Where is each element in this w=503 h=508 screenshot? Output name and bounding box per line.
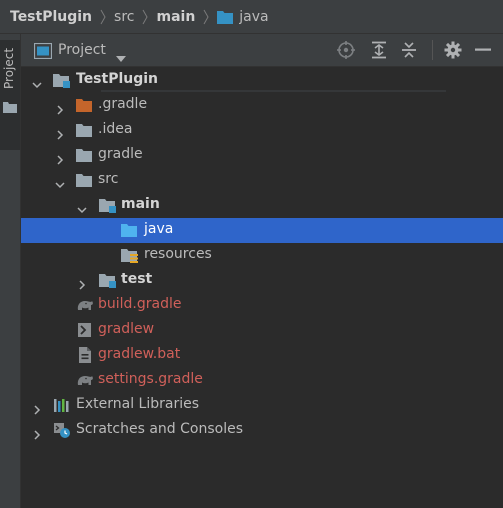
folder-icon: [76, 122, 94, 138]
chevron-down-icon[interactable]: [32, 75, 42, 89]
tree-label: resources: [144, 246, 212, 262]
settings-button[interactable]: [443, 40, 463, 60]
project-side-tab[interactable]: Project: [0, 40, 20, 150]
tree-row-gradlew-bat[interactable]: gradlew.bat: [21, 343, 503, 368]
gradle-elephant-icon: [76, 297, 94, 313]
project-view-icon: [33, 42, 53, 63]
bat-file-icon: [76, 347, 94, 363]
tree-row-gradlew[interactable]: gradlew: [21, 318, 503, 343]
project-view-selector[interactable]: Project: [58, 42, 106, 58]
tree-label: TestPlugin: [76, 71, 159, 87]
tree-row-settings-gradle[interactable]: settings.gradle: [21, 368, 503, 393]
chevron-right-icon[interactable]: [55, 100, 65, 115]
tree-label: Scratches and Consoles: [76, 421, 243, 437]
expand-all-button[interactable]: [369, 40, 389, 60]
tree-row-test[interactable]: test: [21, 268, 503, 293]
folder-icon: [3, 98, 17, 117]
resources-folder-icon: [121, 247, 139, 263]
tree-row-gradle[interactable]: gradle: [21, 143, 503, 168]
navigation-breadcrumb: TestPlugin src main java: [0, 0, 503, 34]
collapse-all-icon: [402, 42, 416, 58]
toolbar-divider: [432, 40, 433, 60]
source-root-folder-icon: [121, 222, 139, 238]
minimize-icon: [475, 48, 491, 51]
gradle-elephant-icon: [76, 372, 94, 388]
tree-label: External Libraries: [76, 396, 199, 412]
expand-all-icon: [372, 41, 386, 59]
tree-label: build.gradle: [98, 296, 182, 312]
tree-row-idea[interactable]: .idea: [21, 118, 503, 143]
scratches-icon: [53, 422, 71, 438]
project-tree: TestPlugin .gradle .idea gradle src main…: [21, 68, 503, 508]
collapse-all-button[interactable]: [399, 40, 419, 60]
folder-icon: [76, 147, 94, 163]
breadcrumb-src[interactable]: src: [114, 9, 134, 25]
folder-icon: [76, 172, 94, 188]
tree-label: gradlew: [98, 321, 155, 337]
tree-label: gradlew.bat: [98, 346, 181, 362]
source-set-folder-icon: [99, 272, 117, 288]
tree-label: settings.gradle: [98, 371, 203, 387]
tree-row-testplugin[interactable]: TestPlugin: [21, 68, 503, 93]
tree-row-underline: [101, 90, 446, 92]
tree-row-dot-gradle[interactable]: .gradle: [21, 93, 503, 118]
chevron-right-icon[interactable]: [77, 275, 87, 290]
hide-button[interactable]: [473, 40, 493, 60]
chevron-down-icon[interactable]: [77, 200, 87, 214]
tree-row-main[interactable]: main: [21, 193, 503, 218]
shell-script-icon: [76, 322, 94, 338]
tree-row-resources[interactable]: resources: [21, 243, 503, 268]
tree-row-scratches-and-consoles[interactable]: Scratches and Consoles: [21, 418, 503, 443]
tree-label: .gradle: [98, 96, 148, 112]
chevron-right-icon[interactable]: [55, 150, 65, 165]
breadcrumb-java[interactable]: java: [239, 9, 268, 25]
folder-orange-icon: [76, 97, 94, 113]
crosshair-icon: [337, 41, 355, 59]
tree-label: test: [121, 271, 153, 287]
left-tool-strip: Project: [0, 34, 21, 508]
source-set-folder-icon: [99, 197, 117, 213]
breadcrumb-main[interactable]: main: [156, 9, 195, 25]
tree-label: java: [144, 221, 174, 237]
tree-label: main: [121, 196, 160, 212]
chevron-right-icon: [142, 9, 149, 25]
tree-label: src: [98, 171, 119, 187]
project-side-tab-label: Project: [2, 48, 16, 90]
tree-row-build-gradle[interactable]: build.gradle: [21, 293, 503, 318]
chevron-right-icon[interactable]: [55, 125, 65, 140]
source-root-folder-icon: [217, 10, 234, 24]
tree-label: gradle: [98, 146, 143, 162]
libraries-icon: [53, 397, 71, 413]
tree-row-external-libraries[interactable]: External Libraries: [21, 393, 503, 418]
module-folder-icon: [53, 72, 71, 88]
select-opened-file-button[interactable]: [336, 40, 356, 60]
chevron-right-icon: [203, 9, 209, 25]
chevron-right-icon: [100, 9, 106, 25]
chevron-down-icon[interactable]: [116, 47, 126, 66]
chevron-right-icon[interactable]: [32, 400, 42, 415]
chevron-down-icon[interactable]: [55, 175, 65, 189]
gear-icon: [444, 41, 462, 59]
tree-label: .idea: [98, 121, 133, 137]
breadcrumb-testplugin[interactable]: TestPlugin: [10, 9, 92, 25]
tree-row-java[interactable]: java: [21, 218, 503, 243]
chevron-right-icon[interactable]: [32, 425, 42, 440]
project-tool-window-header: Project: [21, 34, 503, 67]
tree-row-src[interactable]: src: [21, 168, 503, 193]
